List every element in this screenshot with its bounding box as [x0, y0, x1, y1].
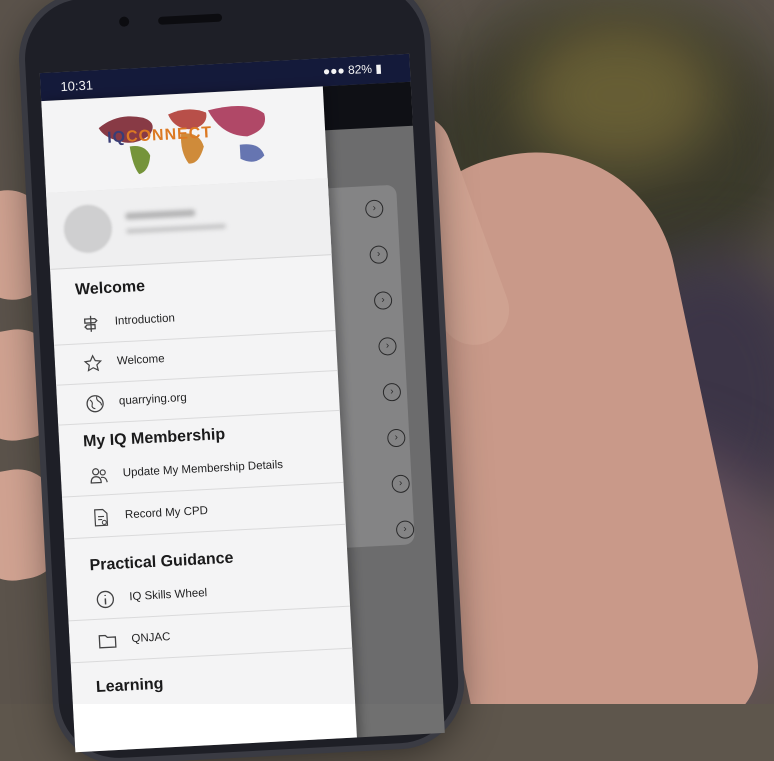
user-profile[interactable]	[46, 178, 332, 270]
signpost-icon	[83, 315, 98, 332]
menu-item-label: QNJAC	[131, 631, 171, 646]
menu-item-label: quarrying.org	[118, 391, 188, 408]
star-icon	[83, 354, 103, 372]
chevron-right-icon[interactable]: ›	[382, 382, 402, 402]
chevron-right-icon[interactable]: ›	[364, 199, 384, 219]
signal-icon: ●●●	[322, 63, 346, 79]
menu-item-label: Record My CPD	[124, 504, 209, 522]
section-title-welcome: Welcome	[74, 277, 146, 299]
menu-item-label: IQ Skills Wheel	[128, 587, 208, 604]
chevron-right-icon[interactable]: ›	[378, 336, 397, 356]
status-right: ●●● 82% ▮	[323, 61, 383, 78]
battery-icon: ▮	[374, 61, 383, 76]
menu-item-label: Update My Membership Details	[122, 458, 284, 480]
chevron-right-icon[interactable]: ›	[369, 245, 389, 265]
menu-item-label: Welcome	[116, 353, 165, 368]
status-time: 10:31	[60, 77, 94, 95]
globe-icon	[86, 395, 104, 413]
document-icon	[94, 508, 109, 527]
section-title-practical-guidance: Practical Guidance	[89, 549, 234, 575]
phone-screen: 10:31 ●●● 82% ▮ › › › › › › › › IQCONNEC…	[39, 53, 445, 753]
folder-icon	[98, 634, 117, 649]
chevron-right-icon[interactable]: ›	[386, 428, 406, 448]
section-title-learning: Learning	[95, 675, 164, 697]
battery-percent: 82%	[347, 61, 373, 78]
users-icon	[90, 468, 108, 484]
camera-icon	[118, 16, 130, 27]
drawer-header: IQCONNECT	[41, 86, 328, 194]
section-title-membership: My IQ Membership	[82, 425, 226, 451]
avatar	[62, 203, 114, 255]
profile-email-blurred	[125, 223, 227, 234]
speaker-grille	[157, 13, 223, 25]
profile-name-blurred	[125, 209, 196, 220]
chevron-right-icon[interactable]: ›	[391, 474, 411, 494]
info-icon	[96, 590, 115, 609]
navigation-drawer: IQCONNECT Welcome Introduction Welcome q…	[41, 86, 359, 753]
menu-item-label: Introduction	[114, 312, 176, 328]
chevron-right-icon[interactable]: ›	[373, 291, 393, 310]
phone-frame: 10:31 ●●● 82% ▮ › › › › › › › › IQCONNEC…	[21, 0, 462, 761]
chevron-right-icon[interactable]: ›	[395, 520, 415, 540]
